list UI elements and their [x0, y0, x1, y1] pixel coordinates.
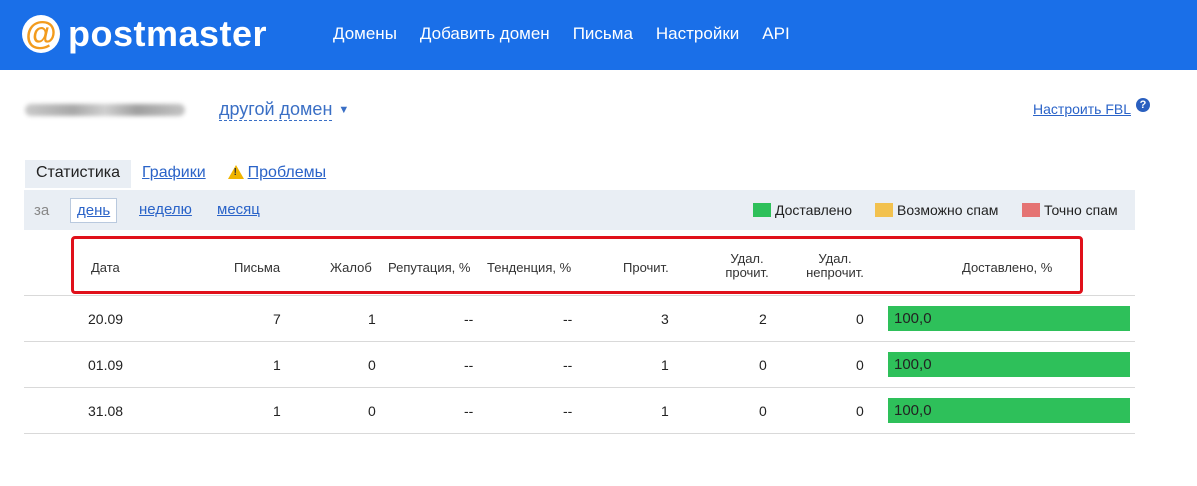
tab-problems-label: Проблемы — [247, 164, 327, 181]
nav-domains[interactable]: Домены — [333, 24, 397, 44]
legend-spam-swatch — [1022, 203, 1040, 217]
cell-deleted-read: 0 — [759, 403, 767, 419]
cell-read: 1 — [661, 357, 669, 373]
nav-add-domain[interactable]: Добавить домен — [420, 24, 550, 44]
domain-selector-row: другой домен ▼ — [25, 98, 349, 122]
cell-trend: -- — [563, 403, 573, 419]
cell-letters: 1 — [273, 403, 281, 419]
cell-date: 31.08 — [88, 403, 124, 419]
legend-maybe-spam-label: Возможно спам — [897, 202, 999, 218]
legend-delivered-label: Доставлено — [775, 202, 853, 218]
cell-trend: -- — [563, 311, 573, 327]
table-row: 20.09 7 1 -- -- 3 2 0 100,0 — [24, 296, 1135, 342]
cell-deleted-read: 2 — [759, 311, 767, 327]
table-row: 31.08 1 0 -- -- 1 0 0 100,0 — [24, 388, 1135, 434]
cell-complaints: 0 — [368, 357, 376, 373]
tab-bar: Статистика Графики ! Проблемы — [25, 160, 337, 188]
main-nav: Домены Добавить домен Письма Настройки A… — [333, 24, 813, 44]
legend-maybe-spam: Возможно спам — [875, 202, 998, 218]
cell-reputation: -- — [464, 311, 474, 327]
period-day-button[interactable]: день — [70, 198, 118, 223]
at-sign-icon: @ — [22, 15, 60, 53]
help-icon[interactable]: ? — [1136, 98, 1150, 112]
period-month-button[interactable]: месяц — [211, 198, 266, 221]
delivered-bar: 100,0 — [888, 352, 1130, 377]
tab-problems[interactable]: ! Проблемы — [217, 160, 337, 188]
tab-charts[interactable]: Графики — [131, 160, 217, 188]
legend-delivered-swatch — [753, 203, 771, 217]
cell-deleted-unread: 0 — [856, 357, 864, 373]
highlight-box — [71, 236, 1083, 294]
legend-spam-label: Точно спам — [1044, 202, 1118, 218]
caret-down-icon[interactable]: ▼ — [338, 104, 349, 116]
cell-trend: -- — [563, 357, 573, 373]
delivered-bar: 100,0 — [888, 306, 1130, 331]
nav-api[interactable]: API — [762, 24, 789, 44]
period-label: за — [34, 202, 50, 219]
period-filter-bar: за день неделю месяц Доставлено Возможно… — [24, 190, 1135, 230]
delivered-bar: 100,0 — [888, 398, 1130, 423]
cell-read: 1 — [661, 403, 669, 419]
cell-reputation: -- — [464, 357, 474, 373]
legend-delivered: Доставлено — [753, 202, 852, 218]
cell-deleted-read: 0 — [759, 357, 767, 373]
cell-letters: 7 — [273, 311, 281, 327]
tab-statistics[interactable]: Статистика — [25, 160, 132, 188]
configure-fbl-link[interactable]: Настроить FBL — [1033, 101, 1131, 117]
warning-icon: ! — [227, 165, 244, 179]
cell-letters: 1 — [273, 357, 281, 373]
current-domain-blurred — [25, 104, 185, 116]
cell-deleted-unread: 0 — [856, 311, 864, 327]
table-row: 01.09 1 0 -- -- 1 0 0 100,0 — [24, 342, 1135, 388]
cell-read: 3 — [661, 311, 669, 327]
top-header: @ postmaster Домены Добавить домен Письм… — [0, 0, 1197, 70]
nav-settings[interactable]: Настройки — [656, 24, 739, 44]
cell-deleted-unread: 0 — [856, 403, 864, 419]
cell-reputation: -- — [464, 403, 474, 419]
other-domain-link[interactable]: другой домен — [219, 99, 333, 121]
cell-date: 01.09 — [88, 357, 124, 373]
period-week-button[interactable]: неделю — [133, 198, 198, 221]
cell-complaints: 1 — [368, 311, 376, 327]
legend-maybe-spam-swatch — [875, 203, 893, 217]
cell-date: 20.09 — [88, 311, 124, 327]
nav-letters[interactable]: Письма — [573, 24, 633, 44]
legend-spam: Точно спам — [1022, 202, 1118, 218]
logo-text: postmaster — [68, 13, 268, 54]
cell-complaints: 0 — [368, 403, 376, 419]
postmaster-logo[interactable]: @ postmaster — [22, 12, 267, 56]
